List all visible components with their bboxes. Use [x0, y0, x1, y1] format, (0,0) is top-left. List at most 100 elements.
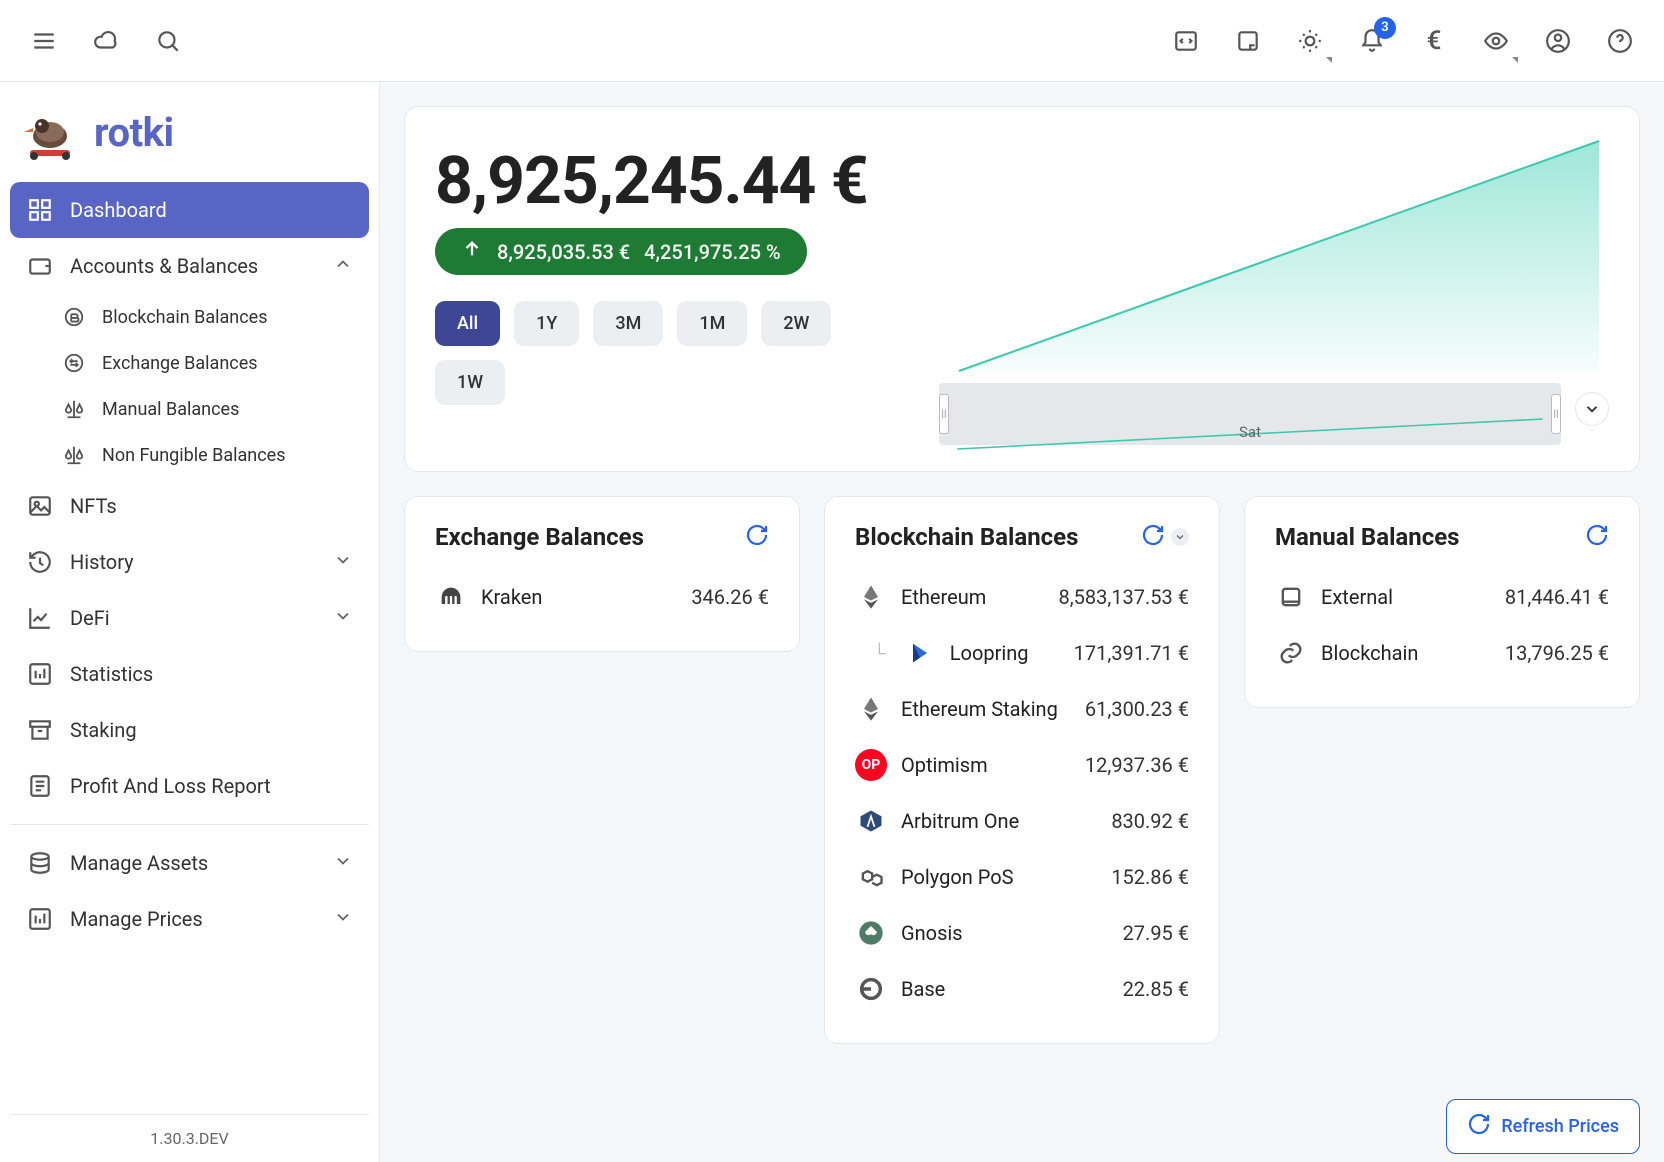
- bell-icon[interactable]: 3: [1354, 23, 1390, 59]
- sidebar-item-defi[interactable]: DeFi: [10, 590, 369, 646]
- sidebar-item-staking[interactable]: Staking: [10, 702, 369, 758]
- balance-row[interactable]: Blockchain 13,796.25 €: [1275, 625, 1609, 681]
- chevron-up-icon: [333, 254, 353, 279]
- sidebar-item-blockchain-balances[interactable]: Blockchain Balances: [46, 294, 369, 340]
- balance-name: Kraken: [481, 585, 542, 609]
- scale-icon: [62, 397, 86, 421]
- sidebar-item-manual-balances[interactable]: Manual Balances: [46, 386, 369, 432]
- notification-badge: 3: [1374, 17, 1396, 39]
- balance-row[interactable]: Ethereum Staking61,300.23 €: [855, 681, 1189, 737]
- menu-icon[interactable]: [26, 23, 62, 59]
- refresh-icon[interactable]: [1141, 523, 1165, 551]
- delta-value: 8,925,035.53 €: [497, 240, 630, 264]
- eye-icon[interactable]: [1478, 23, 1514, 59]
- chevron-down-icon: [333, 851, 353, 876]
- balance-row[interactable]: Arbitrum One830.92 €: [855, 793, 1189, 849]
- sidebar: rotki Dashboard Accounts & Balances: [0, 82, 380, 1162]
- brand-name: rotki: [94, 109, 174, 156]
- sidebar-item-pnl[interactable]: Profit And Loss Report: [10, 758, 369, 814]
- range-button-1w[interactable]: 1W: [435, 360, 505, 405]
- balance-row[interactable]: Ethereum8,583,137.53 €: [855, 569, 1189, 625]
- chevron-down-icon: [333, 907, 353, 932]
- chevron-down-icon[interactable]: [1171, 528, 1189, 546]
- chevron-down-icon: [333, 550, 353, 575]
- expand-chart-button[interactable]: [1575, 392, 1609, 426]
- cloud-icon[interactable]: [88, 23, 124, 59]
- balance-name: Base: [901, 977, 945, 1001]
- sidebar-item-dashboard[interactable]: Dashboard: [10, 182, 369, 238]
- networth-card: 8,925,245.44 € 8,925,035.53 € 4,251,975.…: [404, 106, 1640, 472]
- range-button-1m[interactable]: 1M: [677, 301, 747, 346]
- exchange-balances-card: Exchange Balances Kraken346.26 €: [404, 496, 800, 652]
- sidebar-item-statistics[interactable]: Statistics: [10, 646, 369, 702]
- balance-row[interactable]: Kraken346.26 €: [435, 569, 769, 625]
- note-icon[interactable]: [1230, 23, 1266, 59]
- balance-row[interactable]: External81,446.41 €: [1275, 569, 1609, 625]
- chart-brush[interactable]: || || Sat: [939, 383, 1561, 445]
- sidebar-item-manage-prices[interactable]: Manage Prices: [10, 891, 369, 947]
- sidebar-item-history[interactable]: History: [10, 534, 369, 590]
- balance-name: External: [1321, 585, 1393, 609]
- refresh-icon[interactable]: [1585, 523, 1609, 551]
- balance-name: Blockchain: [1321, 641, 1418, 665]
- search-icon[interactable]: [150, 23, 186, 59]
- base-icon: [855, 973, 887, 1005]
- eth-icon: [855, 581, 887, 613]
- eth-icon: [855, 693, 887, 725]
- tree-branch-icon: └: [873, 643, 886, 664]
- range-button-3m[interactable]: 3M: [593, 301, 663, 346]
- divider: [10, 824, 369, 825]
- balance-row[interactable]: Base 22.85 €: [855, 961, 1189, 1017]
- networth-delta-pill: 8,925,035.53 € 4,251,975.25 %: [435, 228, 807, 275]
- currency-button[interactable]: €: [1416, 23, 1452, 59]
- balance-row[interactable]: OPOptimism12,937.36 €: [855, 737, 1189, 793]
- card-title: Manual Balances: [1275, 523, 1460, 551]
- balance-row[interactable]: Polygon PoS152.86 €: [855, 849, 1189, 905]
- archive-icon: [26, 716, 54, 744]
- code-icon[interactable]: [1168, 23, 1204, 59]
- gnosis-icon: [855, 917, 887, 949]
- manual-balances-card: Manual Balances External81,446.41 €Block…: [1244, 496, 1640, 708]
- help-icon[interactable]: [1602, 23, 1638, 59]
- brand[interactable]: rotki: [10, 96, 369, 182]
- arrow-up-icon: [461, 238, 483, 265]
- main-content: 8,925,245.44 € 8,925,035.53 € 4,251,975.…: [380, 82, 1664, 1162]
- external-icon: [1275, 581, 1307, 613]
- balance-value: 13,796.25 €: [1505, 641, 1609, 665]
- sidebar-item-nft-balances[interactable]: Non Fungible Balances: [46, 432, 369, 478]
- dashboard-icon: [26, 196, 54, 224]
- sidebar-item-manage-assets[interactable]: Manage Assets: [10, 835, 369, 891]
- user-icon[interactable]: [1540, 23, 1576, 59]
- version-label: 1.30.3.DEV: [10, 1114, 369, 1162]
- range-selector: All 1Y 3M 1M 2W 1W: [435, 301, 915, 405]
- balance-value: 61,300.23 €: [1085, 697, 1189, 721]
- refresh-icon[interactable]: [745, 523, 769, 551]
- theme-icon[interactable]: [1292, 23, 1328, 59]
- logo-icon: [20, 102, 80, 162]
- balance-value: 171,391.71 €: [1074, 641, 1189, 665]
- balance-value: 12,937.36 €: [1085, 753, 1189, 777]
- sidebar-item-nfts[interactable]: NFTs: [10, 478, 369, 534]
- balance-value: 152.86 €: [1111, 865, 1189, 889]
- bar-chart-icon: [26, 660, 54, 688]
- sidebar-item-exchange-balances[interactable]: Exchange Balances: [46, 340, 369, 386]
- balance-row[interactable]: Gnosis27.95 €: [855, 905, 1189, 961]
- brush-label: Sat: [1239, 423, 1261, 441]
- balance-name: Ethereum: [901, 585, 986, 609]
- range-button-2w[interactable]: 2W: [761, 301, 831, 346]
- brush-handle-left[interactable]: ||: [939, 394, 949, 434]
- card-title: Blockchain Balances: [855, 523, 1078, 551]
- refresh-prices-button[interactable]: Refresh Prices: [1446, 1099, 1640, 1154]
- loopring-icon: [904, 637, 936, 669]
- range-button-all[interactable]: All: [435, 301, 500, 346]
- sidebar-item-accounts[interactable]: Accounts & Balances: [10, 238, 369, 294]
- brush-handle-right[interactable]: ||: [1551, 394, 1561, 434]
- balance-value: 22.85 €: [1123, 977, 1189, 1001]
- scale-icon: [62, 443, 86, 467]
- history-icon: [26, 548, 54, 576]
- balance-row[interactable]: └Loopring171,391.71 €: [855, 625, 1189, 681]
- balance-name: Optimism: [901, 753, 988, 777]
- balance-value: 27.95 €: [1123, 921, 1189, 945]
- blockchain-balances-card: Blockchain Balances Ethereum8,583,137.53…: [824, 496, 1220, 1044]
- range-button-1y[interactable]: 1Y: [514, 301, 579, 346]
